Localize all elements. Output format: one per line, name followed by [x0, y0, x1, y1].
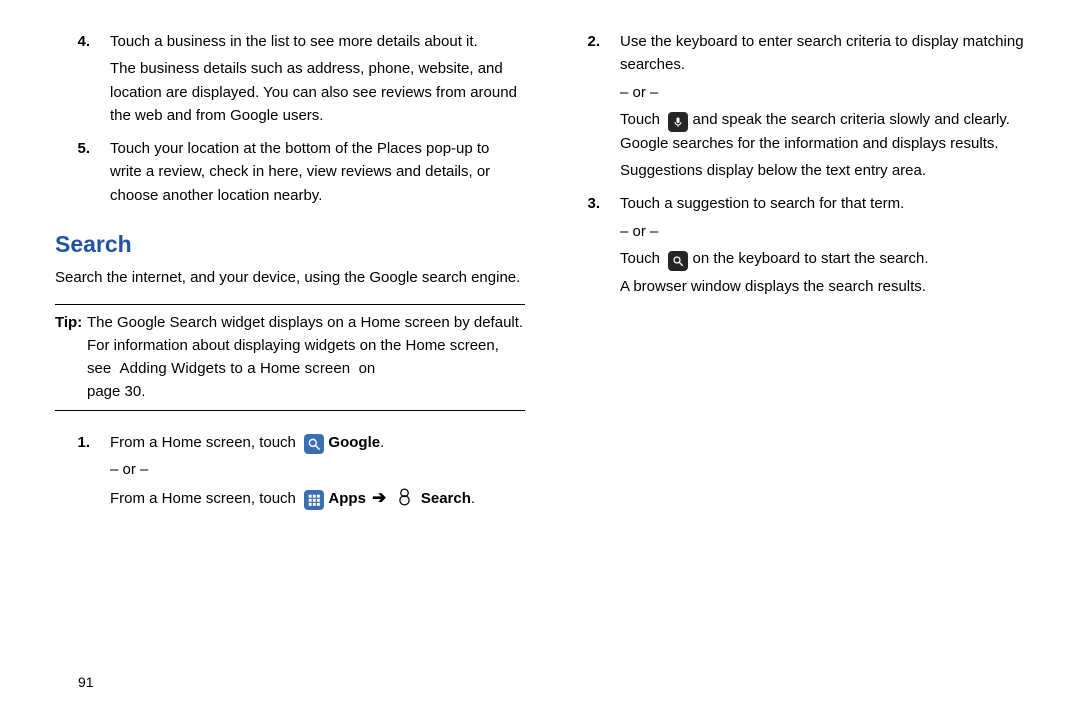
step-line: From a Home screen, touch Apps ➔ Search.	[110, 485, 525, 511]
page-number: 91	[78, 674, 94, 690]
item-index: 4.	[55, 30, 110, 131]
tip-label: Tip:	[55, 311, 87, 404]
text-fragment: From a Home screen, touch	[110, 434, 296, 451]
google-search-icon	[304, 434, 324, 454]
item-body: From a Home screen, touch Google. – or –…	[110, 431, 525, 516]
tip-on: on	[359, 360, 376, 377]
section-intro: Search the internet, and your device, us…	[55, 266, 525, 289]
item-index: 5.	[55, 137, 110, 211]
label-apps: Apps	[328, 490, 366, 507]
paragraph: Touch a suggestion to search for that te…	[620, 192, 1035, 215]
list-item-2: 2. Use the keyboard to enter search crit…	[565, 30, 1035, 186]
tip-reference-link[interactable]: Adding Widgets to a Home screen	[120, 360, 351, 377]
list-item-1: 1. From a Home screen, touch Google. – o…	[55, 431, 525, 516]
left-column: 4. Touch a business in the list to see m…	[55, 30, 525, 521]
item-index: 1.	[55, 431, 110, 516]
item-body: Touch a suggestion to search for that te…	[620, 192, 1035, 302]
or-divider: – or –	[110, 458, 525, 481]
two-column-layout: 4. Touch a business in the list to see m…	[55, 30, 1040, 521]
section-heading-search: Search	[55, 227, 525, 263]
text-fragment: Touch	[620, 250, 660, 267]
paragraph: Suggestions display below the text entry…	[620, 159, 1035, 182]
tip-body: The Google Search widget displays on a H…	[87, 311, 525, 404]
paragraph: A browser window displays the search res…	[620, 275, 1035, 298]
search-key-icon	[668, 251, 688, 271]
punctuation: .	[380, 434, 384, 451]
or-divider: – or –	[620, 220, 1035, 243]
paragraph: Touch on the keyboard to start the searc…	[620, 247, 1035, 271]
list-item-5: 5. Touch your location at the bottom of …	[55, 137, 525, 211]
paragraph: Touch and speak the search criteria slow…	[620, 108, 1035, 155]
tip-block: Tip: The Google Search widget displays o…	[55, 304, 525, 411]
tip-page: page 30.	[87, 383, 145, 400]
search-app-icon	[397, 487, 417, 507]
right-column: 2. Use the keyboard to enter search crit…	[565, 30, 1035, 521]
label-google: Google	[328, 434, 380, 451]
paragraph: Touch your location at the bottom of the…	[110, 137, 525, 207]
item-index: 2.	[565, 30, 620, 186]
apps-grid-icon	[304, 490, 324, 510]
or-divider: – or –	[620, 81, 1035, 104]
text-fragment: on the keyboard to start the search.	[693, 250, 929, 267]
list-item-3: 3. Touch a suggestion to search for that…	[565, 192, 1035, 302]
item-body: Touch your location at the bottom of the…	[110, 137, 525, 211]
text-fragment: From a Home screen, touch	[110, 490, 296, 507]
text-fragment: Touch	[620, 111, 660, 128]
microphone-icon	[668, 112, 688, 132]
item-body: Touch a business in the list to see more…	[110, 30, 525, 131]
item-body: Use the keyboard to enter search criteri…	[620, 30, 1035, 186]
arrow-right-icon: ➔	[370, 488, 388, 507]
label-search: Search	[421, 490, 471, 507]
manual-page: 4. Touch a business in the list to see m…	[0, 0, 1080, 720]
paragraph: Use the keyboard to enter search criteri…	[620, 30, 1035, 77]
step-line: From a Home screen, touch Google.	[110, 431, 525, 454]
punctuation: .	[471, 490, 475, 507]
list-item-4: 4. Touch a business in the list to see m…	[55, 30, 525, 131]
paragraph: The business details such as address, ph…	[110, 57, 525, 127]
item-index: 3.	[565, 192, 620, 302]
paragraph: Touch a business in the list to see more…	[110, 30, 525, 53]
